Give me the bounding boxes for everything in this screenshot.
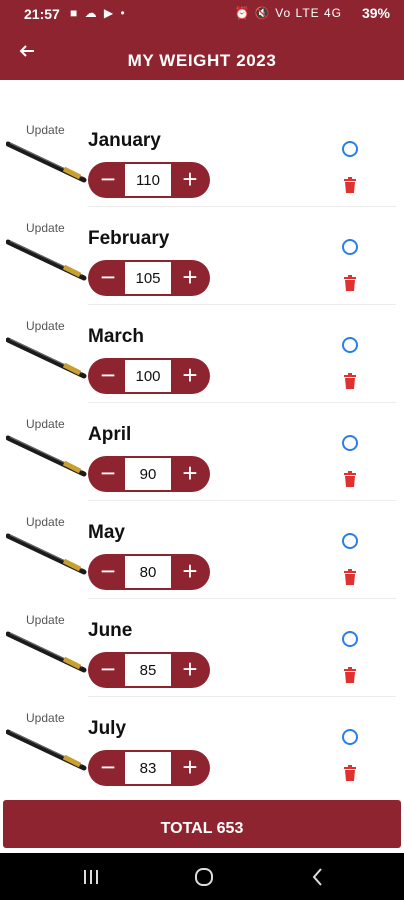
decrement-button[interactable]: − <box>90 652 126 688</box>
month-label: March <box>88 326 144 347</box>
weight-input[interactable] <box>125 654 171 686</box>
decrement-button[interactable]: − <box>90 260 126 296</box>
home-icon[interactable] <box>192 865 216 889</box>
android-nav-bar <box>0 853 404 900</box>
list-item-february: Update February − + <box>0 206 404 304</box>
weight-stepper: − + <box>88 750 210 786</box>
select-radio[interactable] <box>342 435 358 451</box>
list-item-june: Update June − + <box>0 598 404 696</box>
trash-icon[interactable] <box>343 373 357 389</box>
select-radio[interactable] <box>342 239 358 255</box>
increment-button[interactable]: + <box>172 456 208 492</box>
update-label: Update <box>26 221 65 235</box>
trash-icon[interactable] <box>343 765 357 781</box>
weight-input[interactable] <box>125 752 171 784</box>
battery-level: 39% <box>361 5 390 21</box>
update-label: Update <box>26 711 65 725</box>
weight-stepper: − + <box>88 652 210 688</box>
increment-button[interactable]: + <box>172 554 208 590</box>
pen-icon[interactable] <box>6 528 90 578</box>
decrement-button[interactable]: − <box>90 554 126 590</box>
weight-input[interactable] <box>125 164 171 196</box>
pen-icon[interactable] <box>6 724 90 774</box>
update-label: Update <box>26 613 65 627</box>
weight-stepper: − + <box>88 456 210 492</box>
pen-icon[interactable] <box>6 430 90 480</box>
weight-input[interactable] <box>125 360 171 392</box>
status-bar: 21:57 ■ ☁ ▶ • ⏰ 🔇 Vo LTE 4G 39% <box>0 0 404 28</box>
trash-icon[interactable] <box>343 569 357 585</box>
update-label: Update <box>26 123 65 137</box>
trash-icon[interactable] <box>343 275 357 291</box>
pen-icon[interactable] <box>6 332 90 382</box>
pen-icon[interactable] <box>6 136 90 186</box>
system-icons: ⏰ 🔇 Vo LTE 4G <box>234 6 342 20</box>
update-label: Update <box>26 319 65 333</box>
increment-button[interactable]: + <box>172 358 208 394</box>
decrement-button[interactable]: − <box>90 750 126 786</box>
increment-button[interactable]: + <box>172 260 208 296</box>
list-item-march: Update March − + <box>0 304 404 402</box>
list-item-may: Update May − + <box>0 500 404 598</box>
decrement-button[interactable]: − <box>90 162 126 198</box>
update-label: Update <box>26 417 65 431</box>
month-list: Update January − + Update February − <box>0 108 404 794</box>
weight-stepper: − + <box>88 162 210 198</box>
app-header: 21:57 ■ ☁ ▶ • ⏰ 🔇 Vo LTE 4G 39% MY WEIGH… <box>0 0 404 80</box>
month-label: July <box>88 718 127 739</box>
weight-input[interactable] <box>125 262 171 294</box>
list-item-april: Update April − + <box>0 402 404 500</box>
weight-stepper: − + <box>88 260 210 296</box>
trash-icon[interactable] <box>343 471 357 487</box>
trash-icon[interactable] <box>343 667 357 683</box>
select-radio[interactable] <box>342 729 358 745</box>
month-label: April <box>88 424 132 445</box>
pen-icon[interactable] <box>6 234 90 284</box>
increment-button[interactable]: + <box>172 162 208 198</box>
weight-stepper: − + <box>88 358 210 394</box>
weight-input[interactable] <box>125 556 171 588</box>
update-label: Update <box>26 515 65 529</box>
month-label: June <box>88 620 133 641</box>
list-item-january: Update January − + <box>0 108 404 206</box>
trash-icon[interactable] <box>343 177 357 193</box>
select-radio[interactable] <box>342 141 358 157</box>
recent-apps-icon[interactable] <box>79 865 103 889</box>
decrement-button[interactable]: − <box>90 456 126 492</box>
status-time: 21:57 <box>24 6 60 22</box>
weight-input[interactable] <box>125 458 171 490</box>
page-title: MY WEIGHT 2023 <box>127 51 277 70</box>
total-button[interactable]: TOTAL 653 <box>3 800 401 848</box>
notification-icons: ■ ☁ ▶ • <box>70 6 127 20</box>
weight-stepper: − + <box>88 554 210 590</box>
month-label: January <box>88 130 161 151</box>
month-label: February <box>88 228 170 249</box>
increment-button[interactable]: + <box>172 750 208 786</box>
list-item-july: Update July − + <box>0 696 404 794</box>
pen-icon[interactable] <box>6 626 90 676</box>
select-radio[interactable] <box>342 533 358 549</box>
back-icon[interactable] <box>306 865 330 889</box>
increment-button[interactable]: + <box>172 652 208 688</box>
select-radio[interactable] <box>342 631 358 647</box>
decrement-button[interactable]: − <box>90 358 126 394</box>
month-label: May <box>88 522 125 543</box>
select-radio[interactable] <box>342 337 358 353</box>
